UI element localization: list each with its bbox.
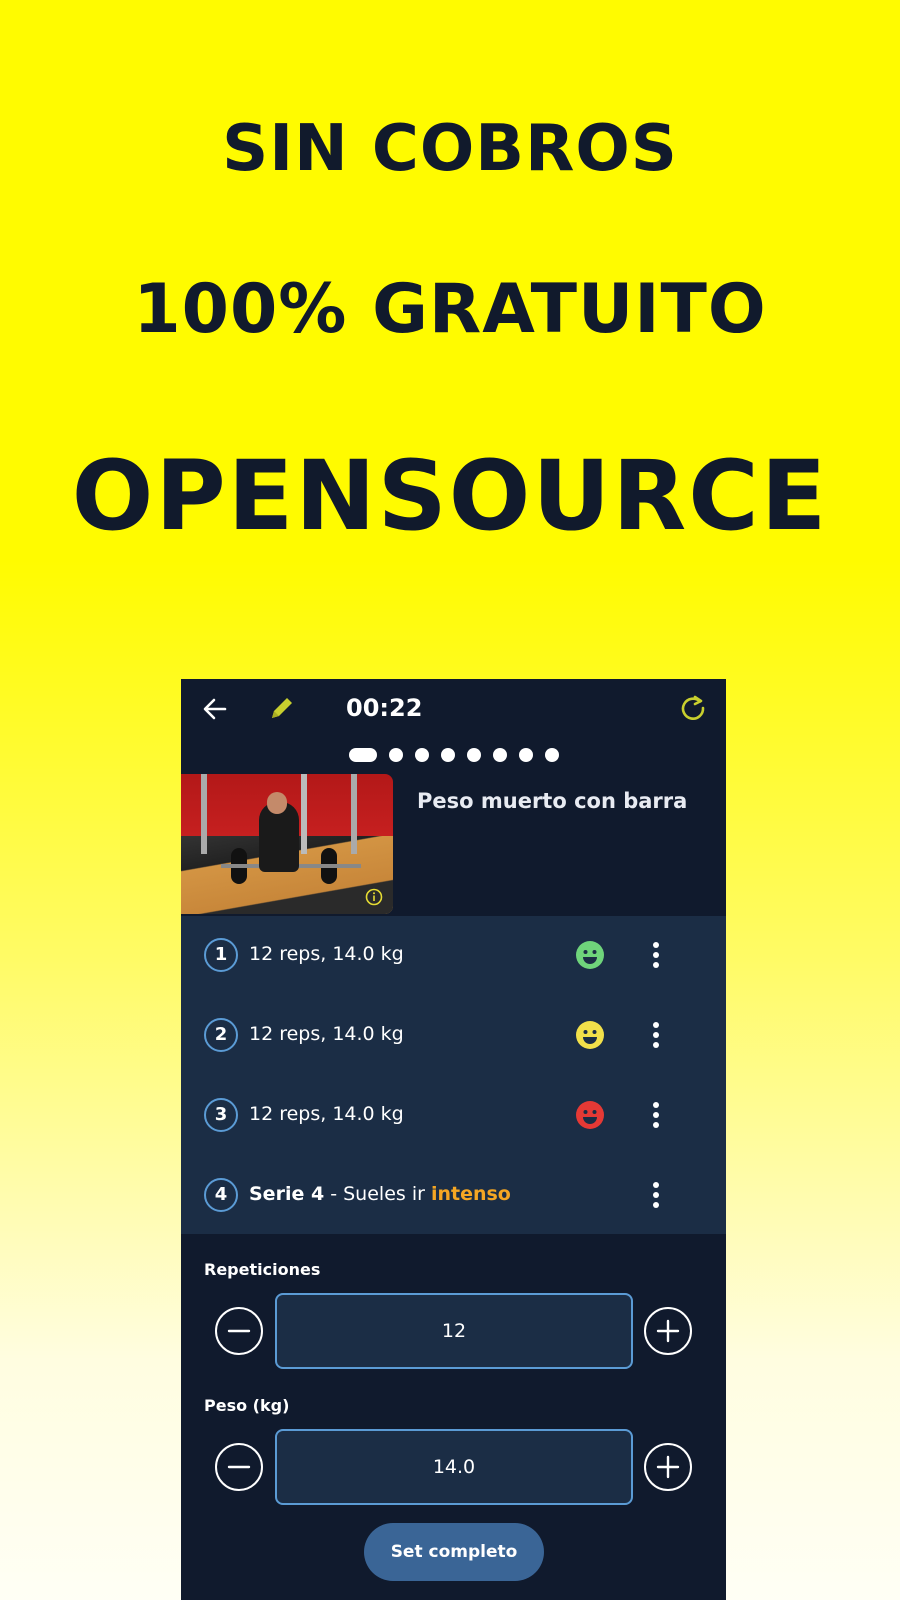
set-row[interactable]: 3 12 reps, 14.0 kg — [181, 1076, 726, 1156]
set-row[interactable]: 2 12 reps, 14.0 kg — [181, 996, 726, 1076]
workout-timer: 00:22 — [346, 694, 423, 722]
info-icon[interactable] — [365, 888, 383, 906]
set-number-badge: 4 — [204, 1178, 238, 1212]
exercise-title: Peso muerto con barra — [417, 789, 688, 813]
minus-icon — [227, 1329, 251, 1333]
image-athlete-head — [267, 792, 287, 814]
more-vert-icon[interactable] — [651, 1100, 661, 1130]
reps-increase-button[interactable] — [644, 1307, 692, 1355]
image-rack — [301, 774, 307, 854]
set-complete-button[interactable]: Set completo — [364, 1523, 544, 1581]
set-row[interactable]: 1 12 reps, 14.0 kg — [181, 916, 726, 996]
minus-icon — [227, 1465, 251, 1469]
set-number-badge: 3 — [204, 1098, 238, 1132]
exercise-image[interactable] — [181, 774, 393, 914]
set-current-summary: Serie 4 - Sueles ir intenso — [249, 1183, 511, 1205]
set-current-title: Serie 4 — [249, 1183, 325, 1205]
back-arrow-icon[interactable] — [201, 695, 229, 723]
happy-face-green-icon — [575, 940, 605, 970]
set-number-badge: 2 — [204, 1018, 238, 1052]
reps-label: Repeticiones — [204, 1260, 321, 1279]
headline-gratuito: 100% GRATUITO — [133, 270, 767, 349]
refresh-icon[interactable] — [678, 693, 708, 723]
weight-label: Peso (kg) — [204, 1396, 290, 1415]
set-current-hint: - Sueles ir — [324, 1183, 431, 1205]
happy-face-yellow-icon — [575, 1020, 605, 1050]
plus-icon — [656, 1319, 680, 1343]
more-vert-icon[interactable] — [651, 940, 661, 970]
top-bar: 00:22 — [181, 679, 726, 739]
headline-sin-cobros: SIN COBROS — [222, 112, 678, 186]
reps-decrease-button[interactable] — [215, 1307, 263, 1355]
pager-dot[interactable] — [414, 748, 429, 762]
pencil-icon[interactable] — [267, 693, 297, 723]
plus-icon — [656, 1455, 680, 1479]
headline-opensource: OPENSOURCE — [71, 440, 829, 552]
image-rack — [351, 774, 357, 854]
pager-dot[interactable] — [466, 748, 481, 762]
pager-dot[interactable] — [492, 748, 507, 762]
weight-increase-button[interactable] — [644, 1443, 692, 1491]
image-rack — [201, 774, 207, 854]
set-intensity-highlight: intenso — [430, 1183, 511, 1205]
pager-dot-active[interactable] — [348, 748, 377, 762]
set-summary: 12 reps, 14.0 kg — [249, 1103, 404, 1125]
pager-dot[interactable] — [388, 748, 403, 762]
pager-dot[interactable] — [440, 748, 455, 762]
app-screen: 00:22 Peso muerto con barra 1 12 reps, 1 — [181, 679, 726, 1600]
exercise-pager — [181, 748, 726, 762]
more-vert-icon[interactable] — [651, 1020, 661, 1050]
set-summary: 12 reps, 14.0 kg — [249, 1023, 404, 1045]
set-row-current[interactable]: 4 Serie 4 - Sueles ir intenso — [181, 1156, 726, 1236]
pager-dot[interactable] — [544, 748, 559, 762]
weight-input[interactable]: 14.0 — [275, 1429, 633, 1505]
pager-dot[interactable] — [518, 748, 533, 762]
sets-list: 1 12 reps, 14.0 kg 2 12 reps, 14.0 kg 3 … — [181, 916, 726, 1234]
more-vert-icon[interactable] — [651, 1180, 661, 1210]
weight-decrease-button[interactable] — [215, 1443, 263, 1491]
set-number-badge: 1 — [204, 938, 238, 972]
reps-input[interactable]: 12 — [275, 1293, 633, 1369]
set-summary: 12 reps, 14.0 kg — [249, 943, 404, 965]
happy-face-red-icon — [575, 1100, 605, 1130]
